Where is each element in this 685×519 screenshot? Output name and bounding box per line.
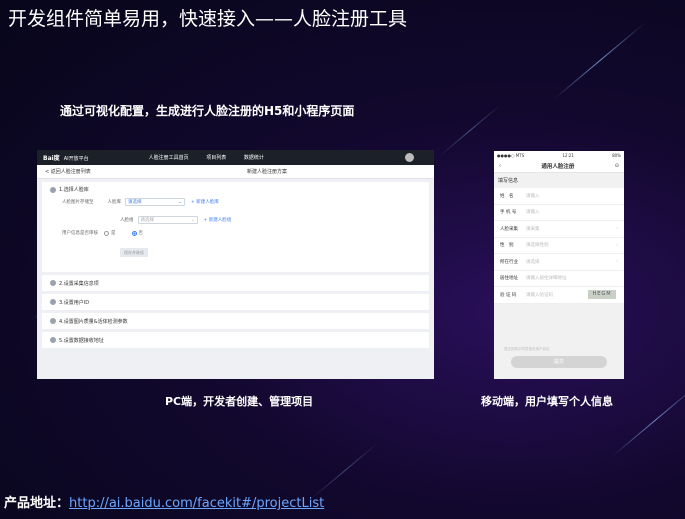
- radio-yes[interactable]: [104, 230, 109, 236]
- field-gender[interactable]: 性 别请选择性别 ›: [494, 238, 624, 254]
- more-icon[interactable]: ⊙: [615, 163, 619, 169]
- dedup-label: 用户信息是否审核: [62, 231, 98, 236]
- chevron-right-icon: ›: [616, 226, 618, 232]
- submit-button[interactable]: 提交: [511, 356, 607, 368]
- group-label: 人脸组: [120, 218, 134, 223]
- chevron-right-icon: ›: [616, 259, 618, 265]
- field-name[interactable]: 姓 名请输入: [494, 188, 624, 205]
- caption-mobile: 移动端，用户填写个人信息: [481, 395, 613, 408]
- step3-title: 3.设置用户ID: [59, 299, 90, 306]
- caption-pc: PC端，开发者创建、管理项目: [165, 395, 314, 408]
- section-title: 填写信息: [498, 178, 519, 184]
- captcha-image[interactable]: HEGM: [588, 290, 616, 300]
- footer-label: 产品地址：: [4, 496, 70, 511]
- field-phone[interactable]: 手 机 号请输入: [494, 205, 624, 221]
- pc-nav: 人脸注册工具首页 项目列表 数据统计: [149, 154, 280, 161]
- mobile-header: ‹ 通用人脸注册 ⊙: [494, 159, 624, 173]
- group-select[interactable]: 请选择 ⌄: [137, 216, 198, 224]
- pc-page-title: 新建人脸注册方案: [247, 169, 288, 175]
- field-captcha[interactable]: 验 证 码请输入验证码 HEGM: [494, 287, 624, 304]
- field-address[interactable]: 居住地址 请输入居住详细地址: [494, 271, 624, 287]
- face-source-label: 人脸图片存储至: [62, 200, 94, 205]
- mobile-title: 通用人脸注册: [541, 163, 575, 170]
- agreement-note: 提交即表示同意相关用户协议: [504, 347, 550, 351]
- step1-title: 1.选择人脸库: [59, 187, 89, 193]
- save-continue-button[interactable]: 保存并继续: [120, 248, 148, 257]
- nav-item-home[interactable]: 人脸注册工具首页: [149, 155, 189, 161]
- add-lib-link[interactable]: + 新建人脸库: [191, 199, 219, 205]
- step1-card: 1.选择人脸库 人脸图片存储至 人脸库 请选择 ⌄ + 新建人脸库 人脸组 请选择…: [42, 182, 429, 272]
- step-dot: [50, 186, 56, 193]
- step2-card[interactable]: 2.设置采集信息项: [42, 275, 429, 291]
- mobile-screenshot: ●●●●○ MTS 12:21 80% ‹ 通用人脸注册 ⊙ 填写信息 姓 名请输入…: [494, 151, 624, 379]
- radio-no[interactable]: [131, 230, 137, 236]
- back-icon[interactable]: ‹: [499, 163, 501, 169]
- field-face[interactable]: 人脸采集 请采集 ›: [494, 221, 624, 238]
- chevron-down-icon: ⌄: [190, 217, 195, 223]
- lib-select[interactable]: 请选择 ⌄: [125, 198, 185, 206]
- footer: 产品地址：http://ai.baidu.com/facekit#/projec…: [4, 492, 324, 511]
- slide: 开发组件简单易用，快速接入——人脸注册工具 通过可视化配置，生成进行人脸注册的H…: [0, 0, 685, 519]
- nav-item-projects[interactable]: 项目列表: [206, 155, 226, 161]
- radio-no-label: 否: [138, 231, 144, 236]
- mobile-form: 姓 名请输入 手 机 号请输入 人脸采集 请采集 › 性 别请选择性别 › 所在行业请…: [494, 188, 624, 304]
- pc-topbar: Bai度 AI开放平台 人脸注册工具首页 项目列表 数据统计: [37, 150, 434, 165]
- step4-title: 4.设置图片质量&活体检测参数: [59, 318, 128, 325]
- product-link[interactable]: http://ai.baidu.com/facekit#/projectList: [69, 496, 324, 511]
- step3-card[interactable]: 3.设置用户ID: [42, 294, 429, 310]
- radio-yes-label: 是: [111, 231, 116, 236]
- status-bar: ●●●●○ MTS 12:21 80%: [494, 151, 624, 159]
- back-link[interactable]: < 返回人脸注册列表: [45, 168, 91, 175]
- slide-title: 开发组件简单易用，快速接入——人脸注册工具: [8, 8, 408, 30]
- chevron-right-icon: ›: [616, 242, 618, 248]
- step5-card[interactable]: 5.设置数据接收地址: [42, 332, 429, 348]
- lib-label: 人脸库: [107, 200, 122, 205]
- pc-screenshot: Bai度 AI开放平台 人脸注册工具首页 项目列表 数据统计 < 返回人脸注册列表…: [37, 150, 434, 379]
- step5-title: 5.设置数据接收地址: [59, 337, 104, 344]
- chevron-down-icon: ⌄: [178, 199, 182, 205]
- slide-subtitle: 通过可视化配置，生成进行人脸注册的H5和小程序页面: [60, 104, 355, 118]
- add-group-link[interactable]: + 新建人脸组: [204, 217, 232, 223]
- step2-title: 2.设置采集信息项: [59, 280, 99, 287]
- avatar[interactable]: [405, 153, 414, 162]
- baidu-logo: Bai度 AI开放平台: [43, 155, 89, 162]
- step4-card[interactable]: 4.设置图片质量&活体检测参数: [42, 313, 429, 329]
- field-industry[interactable]: 所在行业 请选择 ›: [494, 254, 624, 271]
- pc-breadcrumb: < 返回人脸注册列表 新建人脸注册方案: [37, 165, 434, 179]
- nav-item-stats[interactable]: 数据统计: [244, 155, 264, 161]
